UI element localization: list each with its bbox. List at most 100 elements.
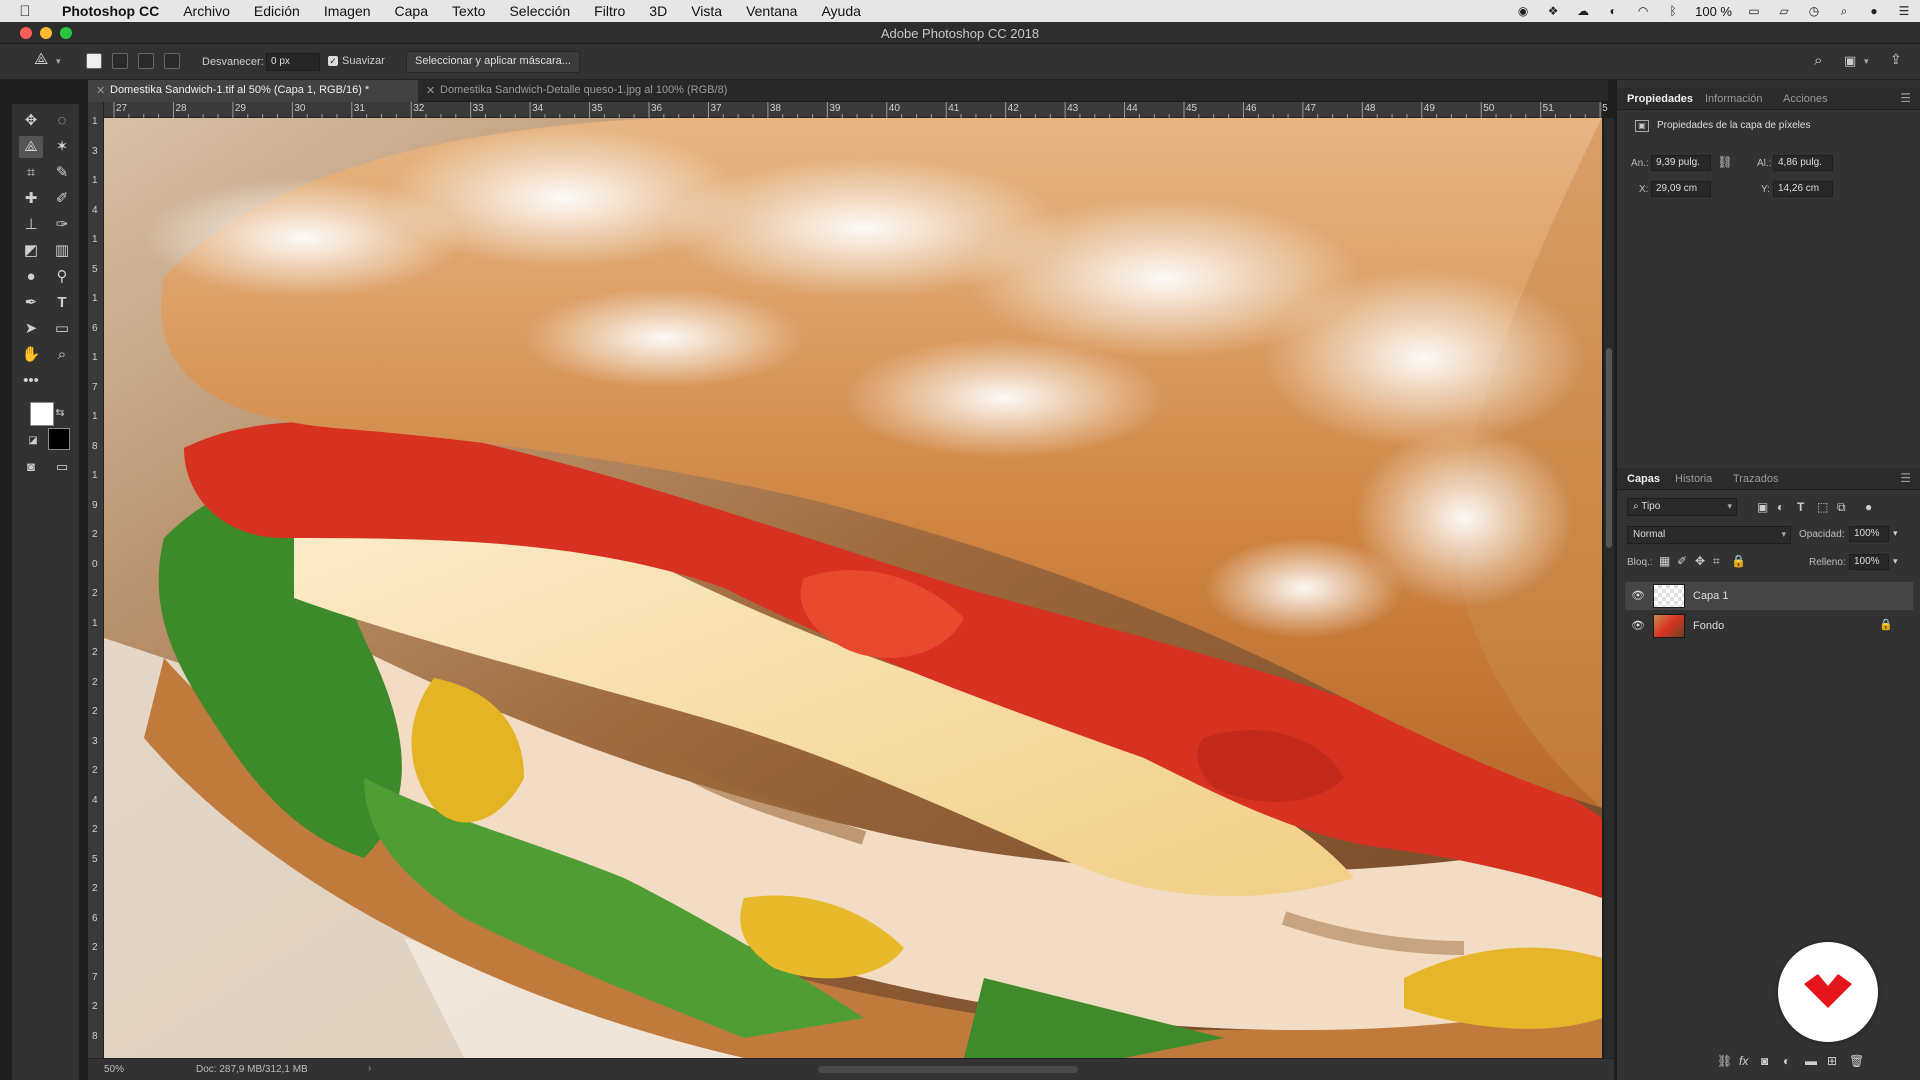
adjustment-layer-icon[interactable]: ◐	[1783, 1054, 1790, 1068]
layer-name[interactable]: Fondo	[1693, 620, 1724, 632]
status-menu-arrow-icon[interactable]: ›	[368, 1063, 371, 1074]
swap-colors-icon[interactable]: ⇆	[52, 402, 68, 424]
layer-filter-select[interactable]: ⌕ Tipo ▾	[1627, 498, 1737, 516]
airplay-icon[interactable]: ▱	[1776, 4, 1792, 18]
magic-wand-tool-icon[interactable]: ✶	[50, 136, 74, 158]
zoom-tool-icon[interactable]: ⌕	[50, 344, 74, 366]
ruler-vertical[interactable]: 1 3 1 4 1 5 1 6 1 7 1 8 1 9 2 0 2 1 2 2 2 3 2 4 2 5 2 6 2 7 2 8	[88, 102, 104, 1058]
fill-chevron-icon[interactable]: ▾	[1893, 556, 1898, 567]
battery-icon[interactable]: ▭	[1746, 4, 1762, 18]
subtract-selection-icon[interactable]	[138, 53, 154, 72]
bluetooth-icon[interactable]: ᛒ	[1665, 4, 1681, 18]
default-colors-icon[interactable]: ◪	[26, 430, 40, 452]
menu-ventana[interactable]: Ventana	[734, 3, 809, 19]
tab-informacion[interactable]: Información	[1705, 93, 1762, 105]
delete-layer-icon[interactable]: 🗑	[1849, 1054, 1864, 1068]
more-tools-icon[interactable]: •••	[19, 370, 43, 392]
search-icon[interactable]: ⌕	[1814, 52, 1822, 69]
blend-mode-select[interactable]: Normal ▾	[1627, 526, 1791, 544]
menu-capa[interactable]: Capa	[383, 3, 440, 19]
add-selection-icon[interactable]	[112, 53, 128, 72]
lock-position-icon[interactable]: ✥	[1695, 554, 1705, 568]
brush-tool-icon[interactable]: ✐	[50, 188, 74, 210]
link-layers-icon[interactable]: ⛓	[1717, 1054, 1732, 1068]
new-layer-icon[interactable]: ⊞	[1827, 1054, 1837, 1068]
menu-app[interactable]: Photoshop CC	[50, 3, 171, 19]
quick-mask-icon[interactable]: ◙	[19, 456, 43, 478]
new-group-icon[interactable]: ▬	[1805, 1054, 1817, 1068]
filter-type-icon[interactable]: T	[1797, 500, 1804, 514]
close-tab-icon[interactable]: ✕	[426, 84, 435, 97]
tab-document-1[interactable]: ✕ Domestika Sandwich-1.tif al 50% (Capa …	[88, 80, 418, 102]
layer-style-icon[interactable]: fx	[1739, 1054, 1748, 1068]
tab-trazados[interactable]: Trazados	[1733, 473, 1778, 485]
lock-pixels-icon[interactable]: ✐	[1677, 554, 1687, 568]
height-input[interactable]: 4,86 pulg.	[1773, 155, 1833, 171]
visibility-eye-icon[interactable]: 👁	[1631, 619, 1645, 632]
screen-mode-icon[interactable]: ▭	[50, 456, 74, 478]
lock-transparent-icon[interactable]: ▦	[1659, 554, 1670, 568]
pen-tool-icon[interactable]: ✒	[19, 292, 43, 314]
layer-lock-icon[interactable]: 🔒	[1879, 618, 1893, 631]
feather-input[interactable]: 0 px	[266, 53, 320, 71]
menu-archivo[interactable]: Archivo	[171, 3, 242, 19]
creative-cloud-icon[interactable]: ☁	[1575, 4, 1591, 18]
menu-texto[interactable]: Texto	[440, 3, 497, 19]
history-brush-tool-icon[interactable]: ✑	[50, 214, 74, 236]
workspace-icon[interactable]: ▣	[1844, 53, 1856, 69]
layer-row[interactable]: 👁 Fondo 🔒	[1625, 612, 1913, 640]
layer-name[interactable]: Capa 1	[1693, 590, 1728, 602]
spotlight-icon[interactable]: ⌕	[1836, 4, 1852, 18]
marquee-tool-icon[interactable]: ◌	[50, 110, 74, 132]
record-icon[interactable]: ◉	[1515, 4, 1531, 18]
sync-icon[interactable]: ◐	[1605, 4, 1621, 18]
wifi-icon[interactable]: ◠	[1635, 4, 1651, 18]
link-dimensions-icon[interactable]: ⛓	[1717, 155, 1733, 169]
menu-edicion[interactable]: Edición	[242, 3, 312, 19]
width-input[interactable]: 9,39 pulg.	[1651, 155, 1711, 171]
hand-tool-icon[interactable]: ✋	[19, 344, 43, 366]
vertical-scrollbar[interactable]	[1604, 118, 1614, 1058]
document-canvas[interactable]	[104, 118, 1602, 1058]
add-mask-icon[interactable]: ◙	[1761, 1054, 1768, 1068]
tab-document-2[interactable]: ✕ Domestika Sandwich-Detalle queso-1.jpg…	[418, 80, 748, 102]
menu-3d[interactable]: 3D	[637, 3, 679, 19]
zoom-level[interactable]: 50%	[104, 1064, 124, 1075]
x-input[interactable]: 29,09 cm	[1651, 181, 1711, 197]
rectangle-tool-icon[interactable]: ▭	[50, 318, 74, 340]
siri-icon[interactable]: ●	[1866, 4, 1882, 18]
layers-panel-menu-icon[interactable]: ☰	[1900, 471, 1911, 485]
visibility-eye-icon[interactable]: 👁	[1631, 589, 1645, 602]
notification-center-icon[interactable]: ☰	[1896, 4, 1912, 18]
menu-imagen[interactable]: Imagen	[312, 3, 383, 19]
menu-filtro[interactable]: Filtro	[582, 3, 637, 19]
opacity-chevron-icon[interactable]: ▾	[1893, 528, 1898, 539]
fill-input[interactable]: 100%	[1849, 554, 1889, 570]
share-icon[interactable]: ⇪	[1890, 51, 1902, 68]
filter-adjustment-icon[interactable]: ◐	[1777, 500, 1784, 514]
type-tool-icon[interactable]: T	[50, 292, 74, 314]
tool-preset-chevron-icon[interactable]: ▾	[56, 56, 61, 67]
layer-row[interactable]: 👁 Capa 1	[1625, 582, 1913, 610]
tab-acciones[interactable]: Acciones	[1783, 93, 1828, 105]
workspace-chevron-icon[interactable]: ▾	[1864, 56, 1869, 67]
blur-tool-icon[interactable]: ●	[19, 266, 43, 288]
ruler-horizontal[interactable]: 27 28 29 30 31 32 33 34 35 36 37 38 39 40 41 42 43 44 45 46…	[104, 102, 1608, 118]
eyedropper-tool-icon[interactable]: ✎	[50, 162, 74, 184]
y-input[interactable]: 14,26 cm	[1773, 181, 1833, 197]
scrollbar-thumb[interactable]	[1606, 348, 1612, 548]
background-color-swatch[interactable]	[48, 428, 70, 450]
horizontal-scrollbar[interactable]	[818, 1066, 1078, 1073]
gradient-tool-icon[interactable]: ▥	[50, 240, 74, 262]
eraser-tool-icon[interactable]: ◩	[19, 240, 43, 262]
menu-ayuda[interactable]: Ayuda	[809, 3, 872, 19]
menu-seleccion[interactable]: Selección	[497, 3, 582, 19]
lasso-tool-icon[interactable]: ⟁	[19, 136, 43, 158]
select-and-mask-button[interactable]: Seleccionar y aplicar máscara...	[406, 51, 580, 73]
antialias-checkbox[interactable]: ✓ Suavizar	[328, 55, 385, 67]
tab-historia[interactable]: Historia	[1675, 473, 1712, 485]
time-machine-icon[interactable]: ◷	[1806, 4, 1822, 18]
dodge-tool-icon[interactable]: ⚲	[50, 266, 74, 288]
new-selection-icon[interactable]	[86, 53, 102, 72]
apple-icon[interactable]: 	[0, 3, 50, 20]
